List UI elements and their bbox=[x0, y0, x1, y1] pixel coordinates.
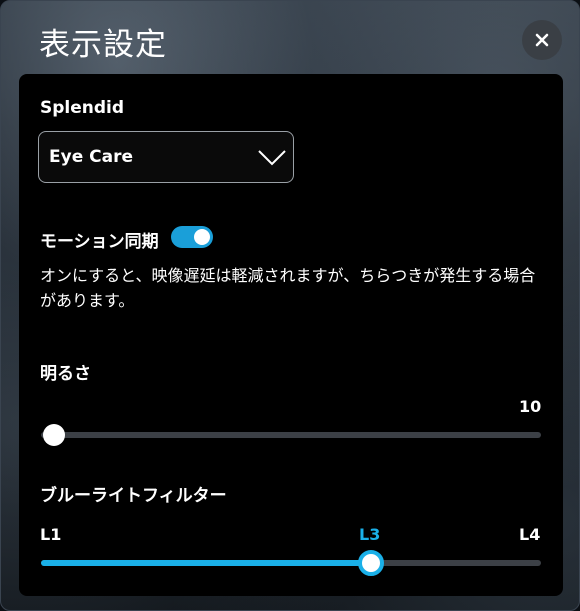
blue-light-slider-track[interactable] bbox=[41, 560, 541, 566]
blue-light-level-max: L4 bbox=[519, 525, 541, 544]
motion-sync-toggle[interactable] bbox=[171, 226, 213, 248]
blue-light-slider-fill bbox=[41, 560, 371, 566]
blue-light-level-min: L1 bbox=[40, 525, 62, 544]
close-icon bbox=[535, 33, 549, 47]
settings-panel: Splendid Eye Care モーション同期 オンにすると、映像遅延は軽減… bbox=[19, 74, 563, 596]
close-button[interactable] bbox=[522, 20, 562, 60]
brightness-slider-thumb[interactable] bbox=[43, 424, 65, 446]
motion-sync-description: オンにすると、映像遅延は軽減されますが、ちらつきが発生する場合があります。 bbox=[40, 266, 536, 310]
toggle-knob bbox=[194, 229, 210, 245]
motion-sync-label: モーション同期 bbox=[40, 232, 159, 252]
splendid-select[interactable]: Eye Care bbox=[38, 131, 294, 183]
splendid-label: Splendid bbox=[40, 98, 125, 118]
blue-light-filter-label: ブルーライトフィルター bbox=[40, 486, 227, 506]
splendid-selected-value: Eye Care bbox=[49, 147, 134, 167]
display-settings-window: 表示設定 Splendid Eye Care モーション同期 オンにすると、映像… bbox=[0, 0, 580, 611]
brightness-label: 明るさ bbox=[40, 364, 91, 384]
brightness-value: 10 bbox=[519, 397, 542, 416]
blue-light-level-selected: L3 bbox=[359, 525, 381, 544]
window-title: 表示設定 bbox=[39, 27, 167, 63]
chevron-down-icon bbox=[258, 150, 286, 166]
brightness-slider-track[interactable] bbox=[41, 432, 541, 438]
blue-light-slider-thumb[interactable] bbox=[358, 550, 384, 576]
